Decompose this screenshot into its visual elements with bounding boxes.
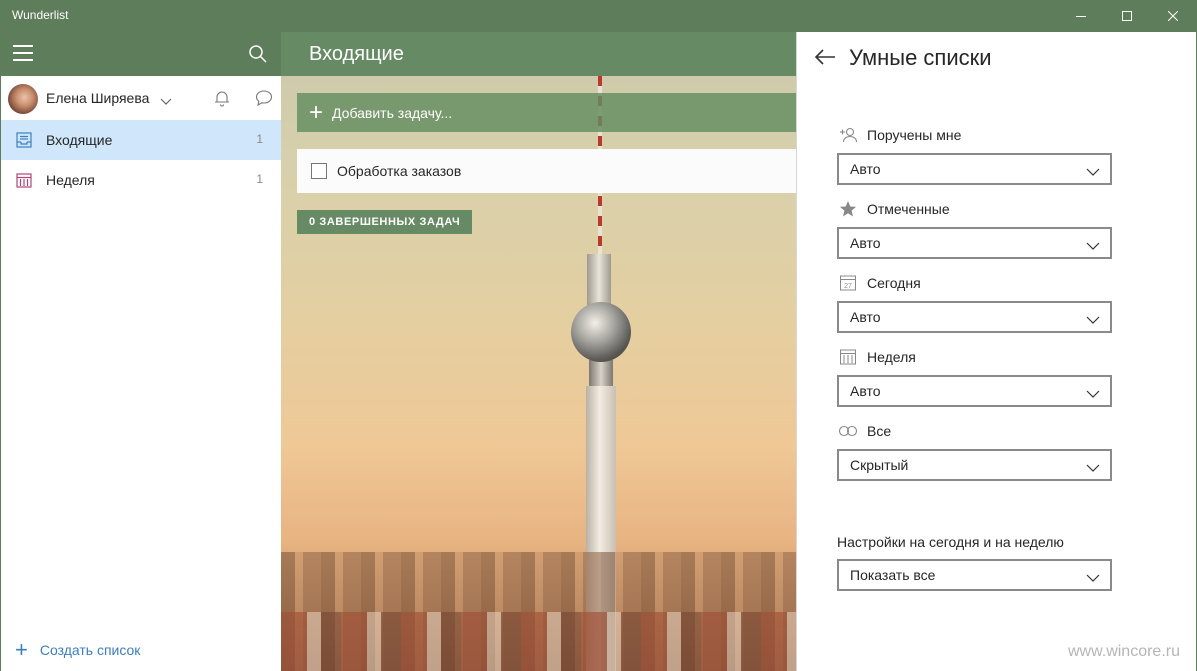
- plus-icon: +: [15, 637, 28, 662]
- all-select[interactable]: Скрытый: [837, 449, 1112, 481]
- sidebar-header: [1, 32, 281, 76]
- completed-tasks-button[interactable]: 0 ЗАВЕРШЕННЫХ ЗАДАЧ: [297, 210, 473, 234]
- option-assigned-label: Поручены мне: [837, 126, 961, 144]
- today-week-select[interactable]: Показать все: [837, 559, 1112, 591]
- maximize-button[interactable]: [1104, 0, 1150, 32]
- create-list-label: Создать список: [39, 642, 141, 658]
- smart-lists-panel: Умные списки Поручены мне Авто Отмеченны…: [796, 32, 1197, 671]
- calendar-week-icon: [16, 172, 32, 191]
- calendar-today-icon: 27: [837, 274, 859, 292]
- watermark: www.wincore.ru: [1067, 643, 1180, 660]
- minimize-button[interactable]: [1058, 0, 1104, 32]
- option-today-label: 27 Сегодня: [837, 274, 921, 292]
- chevron-down-icon: [1086, 570, 1100, 586]
- task-checkbox[interactable]: [311, 163, 327, 179]
- bell-icon[interactable]: [213, 89, 231, 112]
- avatar[interactable]: [8, 84, 38, 114]
- user-row[interactable]: Елена Ширяева: [1, 76, 281, 120]
- task-title[interactable]: Обработка заказов: [337, 163, 461, 179]
- week-select[interactable]: Авто: [837, 375, 1112, 407]
- search-icon[interactable]: [248, 44, 268, 69]
- task-item[interactable]: Обработка заказов: [297, 149, 796, 193]
- completed-label: 0 ЗАВЕРШЕННЫХ ЗАДАЧ: [309, 216, 461, 228]
- window-title: Wunderlist: [12, 8, 69, 22]
- sidebar-item-label: Входящие: [46, 132, 113, 148]
- chevron-down-icon: [1086, 238, 1100, 254]
- chevron-down-icon: [1086, 460, 1100, 476]
- inbox-icon: [16, 132, 32, 151]
- chevron-down-icon: [1086, 386, 1100, 402]
- sidebar-item-week[interactable]: Неделя 1: [1, 160, 281, 200]
- chevron-down-icon: [1086, 164, 1100, 180]
- add-task-placeholder: Добавить задачу...: [332, 104, 453, 121]
- sidebar-item-inbox[interactable]: Входящие 1: [1, 120, 281, 160]
- panel-title: Умные списки: [849, 45, 992, 70]
- infinity-icon: [837, 422, 859, 440]
- starred-select[interactable]: Авто: [837, 227, 1112, 259]
- list-title: Входящие: [309, 43, 404, 65]
- today-week-settings-label: Настройки на сегодня и на неделю: [837, 534, 1064, 550]
- close-button[interactable]: [1150, 0, 1196, 32]
- calendar-week-icon: [837, 348, 859, 366]
- task-list-panel: Входящие + Добавить задачу... Обработка …: [281, 32, 796, 671]
- star-icon: [837, 200, 859, 218]
- option-week-label: Неделя: [837, 348, 916, 366]
- today-select[interactable]: Авто: [837, 301, 1112, 333]
- comment-icon[interactable]: [255, 89, 273, 112]
- plus-icon: +: [309, 98, 324, 126]
- svg-text:27: 27: [844, 283, 852, 290]
- chevron-down-icon: [1086, 312, 1100, 328]
- sidebar: Елена Ширяева Входящие 1 Неделя 1 + Созд…: [0, 32, 281, 671]
- list-header: Входящие: [281, 32, 796, 76]
- assigned-icon: [837, 126, 859, 144]
- assigned-select[interactable]: Авто: [837, 153, 1112, 185]
- back-arrow-icon[interactable]: [814, 48, 836, 71]
- option-all-label: Все: [837, 422, 891, 440]
- option-starred-label: Отмеченные: [837, 200, 950, 218]
- item-count: 1: [256, 172, 263, 186]
- create-list-button[interactable]: + Создать список: [15, 637, 141, 662]
- hamburger-menu-icon[interactable]: [13, 45, 35, 63]
- sidebar-item-label: Неделя: [46, 172, 95, 188]
- add-task-input[interactable]: + Добавить задачу...: [297, 93, 796, 132]
- title-bar: Wunderlist: [0, 0, 1197, 32]
- user-name[interactable]: Елена Ширяева: [46, 90, 149, 106]
- item-count: 1: [256, 132, 263, 146]
- chevron-down-icon[interactable]: [160, 93, 172, 111]
